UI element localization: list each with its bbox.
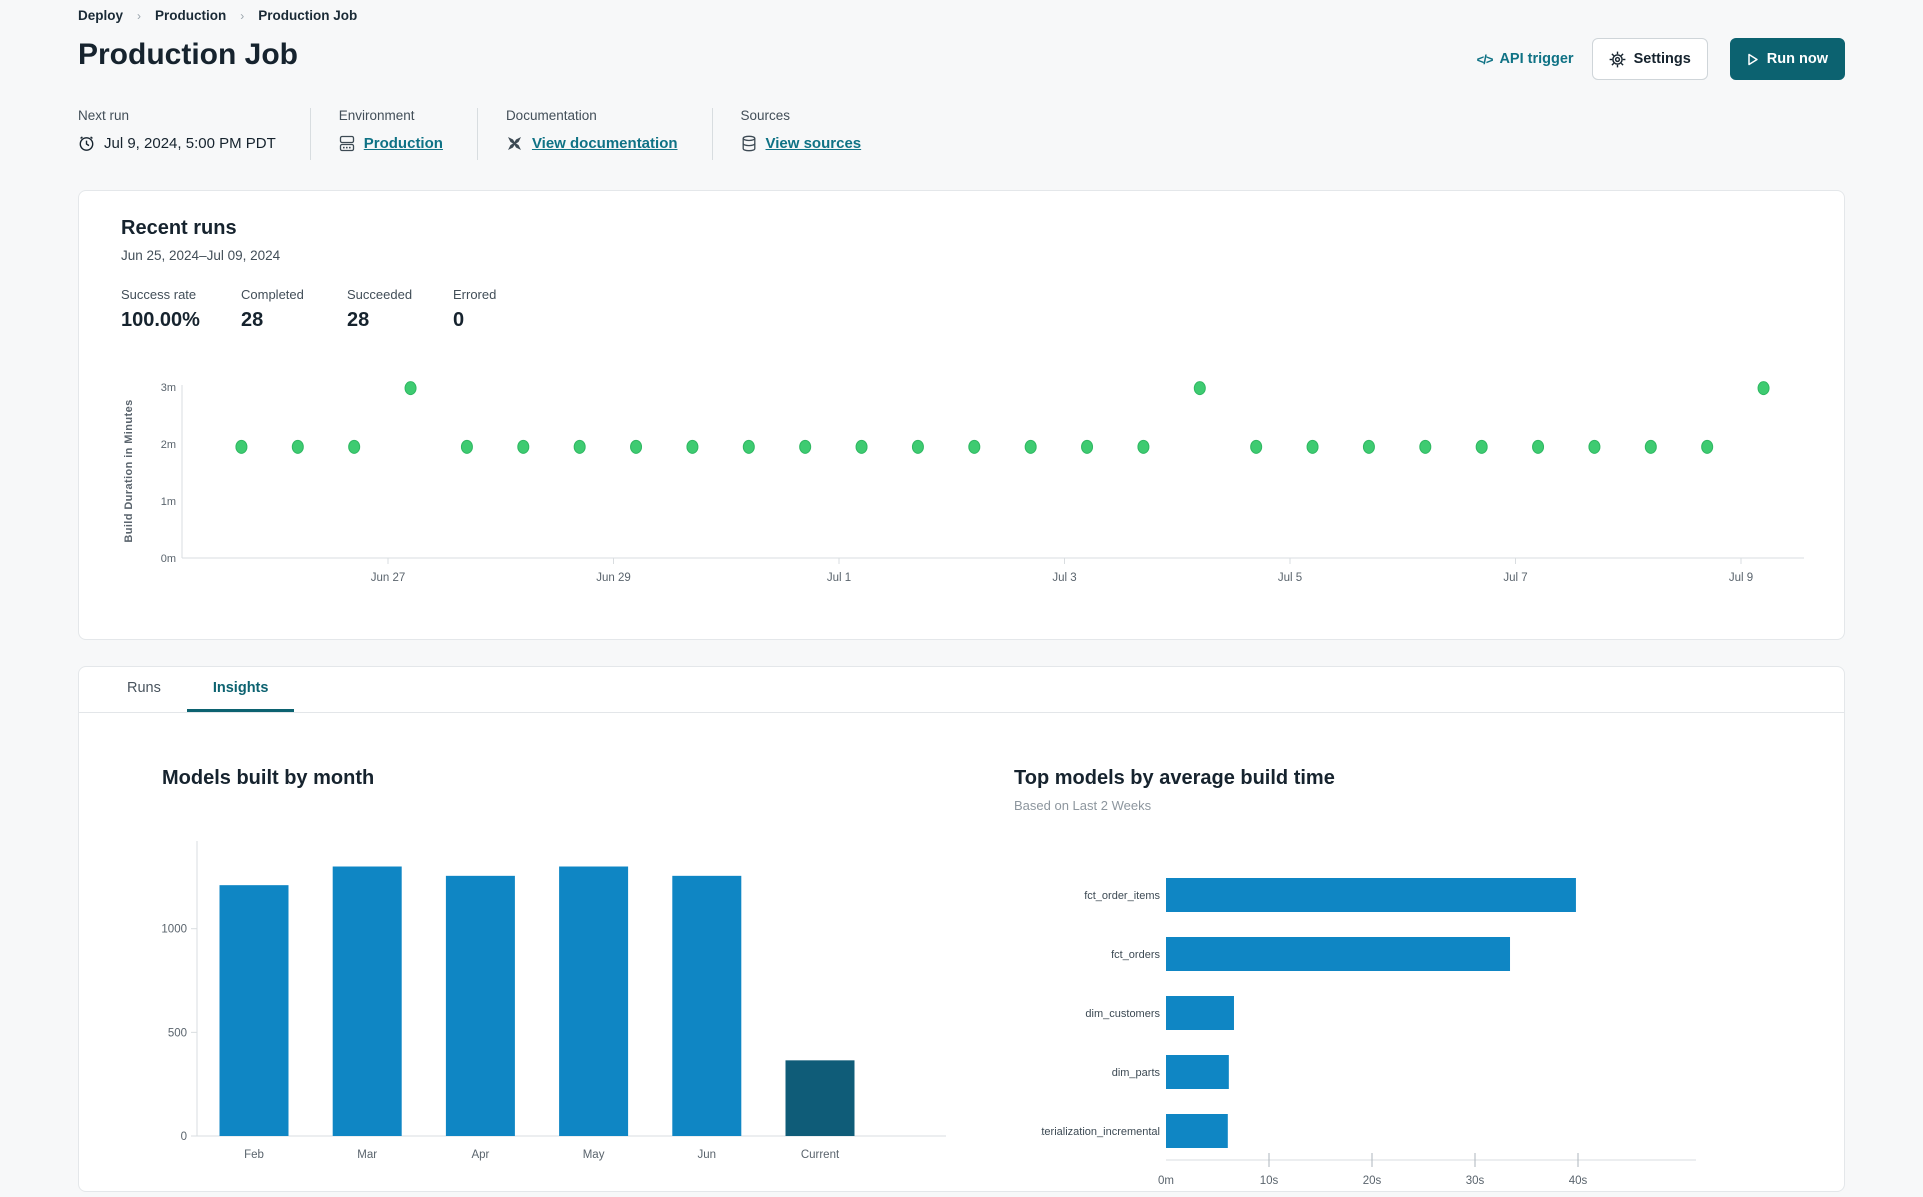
job-detail-card: Runs Insights Models built by month 0 500… bbox=[78, 666, 1845, 1192]
production-job-page: Deploy › Production › Production Job Pro… bbox=[0, 0, 1923, 1197]
recent-runs-title: Recent runs bbox=[121, 217, 237, 239]
svg-text:Apr: Apr bbox=[471, 1149, 489, 1161]
next-run-value: Jul 9, 2024, 5:00 PM PDT bbox=[104, 135, 276, 152]
models-built-by-month-chart: 0 500 1000 Feb Mar Apr May Jun Current bbox=[156, 836, 956, 1176]
breadcrumb-production[interactable]: Production bbox=[155, 8, 226, 23]
header-actions: </> API trigger Settings Run now bbox=[1477, 38, 1845, 80]
recent-runs-card: Recent runs Jun 25, 2024–Jul 09, 2024 Su… bbox=[78, 190, 1845, 640]
svg-text:Feb: Feb bbox=[244, 1149, 264, 1161]
play-icon bbox=[1747, 53, 1759, 66]
settings-button[interactable]: Settings bbox=[1591, 38, 1708, 80]
chevron-right-icon: › bbox=[137, 8, 142, 23]
svg-text:20s: 20s bbox=[1363, 1175, 1382, 1187]
svg-text:0: 0 bbox=[181, 1131, 187, 1143]
recent-runs-date-range: Jun 25, 2024–Jul 09, 2024 bbox=[121, 248, 281, 263]
svg-text:dim_customers: dim_customers bbox=[1085, 1008, 1160, 1020]
svg-text:fct_orders: fct_orders bbox=[1111, 949, 1160, 961]
gear-icon bbox=[1609, 51, 1626, 68]
run-now-button[interactable]: Run now bbox=[1729, 38, 1845, 80]
svg-text:Jul 9: Jul 9 bbox=[1729, 572, 1753, 584]
svg-text:3m: 3m bbox=[161, 382, 176, 394]
tab-insights[interactable]: Insights bbox=[186, 667, 295, 712]
database-icon bbox=[741, 135, 757, 152]
job-meta-row: Next run Jul 9, 2024, 5:00 PM PDT Enviro… bbox=[78, 108, 895, 160]
stat-success-rate: Success rate 100.00% bbox=[121, 287, 200, 331]
svg-text:0m: 0m bbox=[161, 553, 176, 565]
svg-text:Jun 27: Jun 27 bbox=[371, 572, 406, 584]
meta-environment-label: Environment bbox=[338, 108, 415, 123]
api-trigger-label: API trigger bbox=[1499, 51, 1574, 67]
environment-icon bbox=[339, 135, 355, 152]
meta-documentation-label: Documentation bbox=[505, 108, 597, 123]
stat-completed: Completed 28 bbox=[241, 287, 304, 331]
svg-text:1000: 1000 bbox=[161, 924, 187, 936]
tab-bar: Runs Insights bbox=[79, 667, 1844, 713]
breadcrumb-production-job: Production Job bbox=[258, 8, 358, 23]
divider bbox=[309, 108, 311, 160]
page-title: Production Job bbox=[78, 38, 298, 71]
divider bbox=[711, 108, 713, 160]
svg-text:Jul 7: Jul 7 bbox=[1503, 572, 1527, 584]
view-sources-link[interactable]: View sources bbox=[766, 135, 862, 152]
clock-icon bbox=[78, 135, 95, 152]
svg-text:Current: Current bbox=[801, 1149, 840, 1161]
svg-text:Jul 5: Jul 5 bbox=[1278, 572, 1302, 584]
chevron-right-icon: › bbox=[240, 8, 245, 23]
svg-text:materialization_incremental: materialization_incremental bbox=[1041, 1126, 1160, 1138]
tab-runs[interactable]: Runs bbox=[101, 667, 187, 712]
svg-text:500: 500 bbox=[168, 1027, 187, 1039]
svg-text:Jun: Jun bbox=[698, 1149, 717, 1161]
meta-next-run: Next run Jul 9, 2024, 5:00 PM PDT bbox=[78, 108, 310, 152]
api-trigger-link[interactable]: </> API trigger bbox=[1477, 51, 1574, 67]
meta-sources: Sources View sources bbox=[741, 108, 896, 152]
breadcrumb-deploy[interactable]: Deploy bbox=[78, 8, 123, 23]
models-built-title: Models built by month bbox=[162, 767, 375, 789]
view-documentation-link[interactable]: View documentation bbox=[532, 135, 678, 152]
svg-text:10s: 10s bbox=[1260, 1175, 1279, 1187]
meta-documentation: Documentation View documentation bbox=[506, 108, 712, 152]
top-models-by-build-time-chart: fct_order_items fct_orders dim_customersdi… bbox=[1026, 851, 1721, 1197]
svg-text:Jun 29: Jun 29 bbox=[596, 572, 631, 584]
svg-text:Mar: Mar bbox=[357, 1149, 377, 1161]
stat-errored: Errored 0 bbox=[453, 287, 497, 331]
svg-text:Jul 1: Jul 1 bbox=[827, 572, 851, 584]
dbt-logo-icon bbox=[506, 135, 523, 152]
code-icon: </> bbox=[1476, 51, 1494, 67]
stat-succeeded: Succeeded 28 bbox=[347, 287, 413, 331]
svg-text:2m: 2m bbox=[161, 439, 176, 451]
svg-text:May: May bbox=[583, 1149, 605, 1161]
svg-text:1m: 1m bbox=[161, 496, 176, 508]
settings-label: Settings bbox=[1633, 51, 1691, 67]
svg-text:30s: 30s bbox=[1466, 1175, 1485, 1187]
svg-text:0m: 0m bbox=[1158, 1175, 1174, 1187]
meta-next-run-label: Next run bbox=[78, 108, 130, 123]
top-models-subtitle: Based on Last 2 Weeks bbox=[1014, 798, 1152, 813]
run-now-label: Run now bbox=[1766, 51, 1828, 67]
divider bbox=[476, 108, 478, 160]
svg-text:Jul 3: Jul 3 bbox=[1052, 572, 1076, 584]
breadcrumb: Deploy › Production › Production Job bbox=[78, 8, 357, 23]
recent-runs-stats: Success rate 100.00% Completed 28 Succee… bbox=[121, 287, 553, 332]
svg-text:dim_parts: dim_parts bbox=[1112, 1067, 1161, 1079]
svg-text:40s: 40s bbox=[1569, 1175, 1588, 1187]
environment-link[interactable]: Production bbox=[364, 135, 443, 152]
build-duration-scatter-chart: 0m 1m 2m 3m Jun 27 Jun 29 Jul 1 Jul 3 Jul 5 Jul 7… bbox=[122, 371, 1822, 611]
svg-text:Build Duration in Minutes: Build Duration in Minutes bbox=[123, 399, 135, 542]
meta-environment: Environment Production bbox=[339, 108, 477, 152]
meta-sources-label: Sources bbox=[740, 108, 791, 123]
top-models-title: Top models by average build time bbox=[1014, 767, 1335, 789]
svg-text:fct_order_items: fct_order_items bbox=[1084, 890, 1160, 902]
